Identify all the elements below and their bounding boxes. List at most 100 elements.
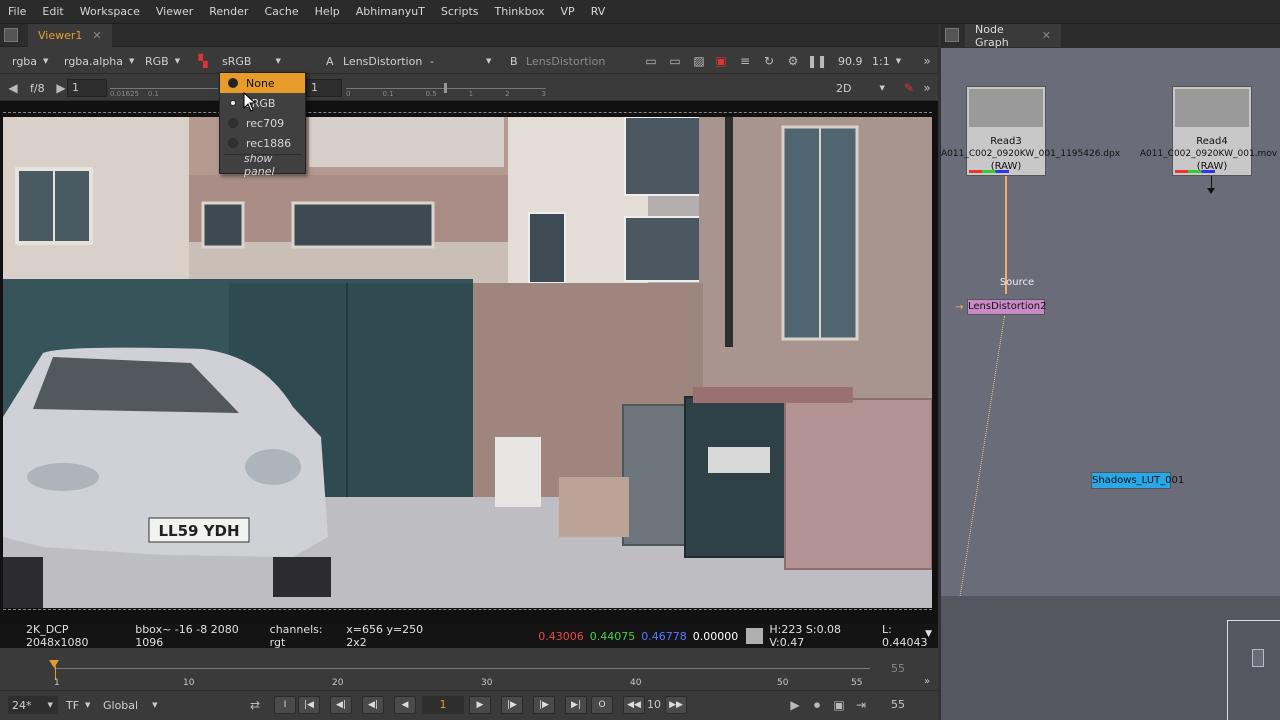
- roi-icon[interactable]: ▭: [642, 52, 660, 70]
- settings-icon[interactable]: ⚙: [784, 52, 802, 70]
- colorspace-option-rec709[interactable]: rec709: [220, 113, 305, 133]
- menu-thinkbox[interactable]: Thinkbox: [487, 5, 553, 18]
- viewer-toolbar-bottom: ◀ f/8 ▶ 1 0.01625 0.1 1 0 0.1 0.5 1 2 3 …: [0, 75, 938, 101]
- read3-file: A011_C002_0920KW_001_1195426.dpx: [941, 149, 1121, 159]
- refresh-icon[interactable]: ↻: [760, 52, 778, 70]
- record-icon[interactable]: ⏺: [808, 696, 826, 714]
- shadows-lut-node[interactable]: Shadows_LUT_001: [1091, 472, 1184, 489]
- gain-field[interactable]: 90.9: [838, 52, 863, 70]
- go-first-icon[interactable]: |◀: [298, 696, 320, 714]
- menu-file[interactable]: File: [0, 5, 34, 18]
- end-frame-field[interactable]: 55: [878, 696, 918, 714]
- input-a-dropdown[interactable]: LensDistortion: [343, 52, 422, 70]
- channels-dropdown[interactable]: rgba ▼: [12, 52, 48, 70]
- view-mode-value: 2D: [836, 81, 852, 95]
- fps-dropdown[interactable]: 24* ▼: [8, 696, 58, 714]
- lut-clip-icon[interactable]: ▣: [712, 52, 730, 70]
- show-panel-item[interactable]: show panel: [220, 152, 305, 178]
- chevron-down-icon: ▼: [485, 57, 492, 65]
- menu-rv[interactable]: RV: [583, 5, 614, 18]
- menu-scripts[interactable]: Scripts: [433, 5, 487, 18]
- gamma-input[interactable]: 1: [306, 79, 342, 97]
- tf-dropdown[interactable]: TF ▼: [66, 696, 90, 714]
- lens-distortion-node[interactable]: LensDistortion2: [967, 299, 1046, 315]
- minimap-viewport[interactable]: [1252, 649, 1264, 667]
- tick-label: 0.01625: [110, 90, 139, 98]
- out-point-button[interactable]: O: [591, 696, 613, 714]
- menu-edit[interactable]: Edit: [34, 5, 71, 18]
- menu-help[interactable]: Help: [307, 5, 348, 18]
- node-graph-lower-area[interactable]: [941, 596, 1280, 720]
- step-size-field[interactable]: 10: [645, 696, 663, 714]
- timeline-tick-label: 30: [481, 678, 493, 688]
- fstop-prev-icon[interactable]: ◀: [4, 79, 22, 97]
- bounce-icon[interactable]: ⇥: [852, 696, 870, 714]
- timeline-track[interactable]: [54, 654, 870, 682]
- tab-viewer1[interactable]: Viewer1 ✕: [28, 24, 112, 47]
- paint-icon[interactable]: ✎: [900, 79, 918, 97]
- node-graph-canvas[interactable]: Read3 A011_C002_0920KW_001_1195426.dpx (…: [941, 48, 1280, 606]
- viewer-image[interactable]: LL59 YDH: [3, 117, 932, 608]
- colorspace-dropdown[interactable]: sRGB ▼: [222, 52, 281, 70]
- timeline[interactable]: 1 10 20 30 40 50 55 55 »: [0, 648, 938, 690]
- pause-icon[interactable]: ❚❚: [807, 52, 827, 70]
- safe-area-icon[interactable]: ▭: [666, 52, 684, 70]
- menu-vp[interactable]: VP: [553, 5, 583, 18]
- skip-forward-icon[interactable]: ▶▶: [665, 696, 687, 714]
- expand-icon[interactable]: »: [918, 79, 936, 97]
- expand-icon[interactable]: »: [924, 676, 930, 687]
- step-back-icon[interactable]: ◀|: [362, 696, 384, 714]
- close-icon[interactable]: ✕: [92, 29, 101, 42]
- close-icon[interactable]: ✕: [1042, 29, 1051, 42]
- menu-abhimanyut[interactable]: AbhimanyuT: [348, 5, 433, 18]
- display-dropdown[interactable]: RGB ▼: [145, 52, 180, 70]
- scope-dropdown[interactable]: Global ▼: [103, 696, 157, 714]
- chevron-down-icon[interactable]: ▼: [925, 629, 932, 639]
- gain-slider[interactable]: [110, 88, 218, 89]
- expand-icon[interactable]: »: [918, 52, 936, 70]
- chevron-down-icon: ▼: [879, 84, 885, 92]
- input-b-dropdown[interactable]: LensDistortion: [526, 52, 605, 70]
- option-label: None: [246, 76, 275, 90]
- colorspace-option-rec1886[interactable]: rec1886: [220, 133, 305, 153]
- chevron-down-icon: ▼: [895, 57, 902, 65]
- panel-menu-icon[interactable]: [945, 28, 959, 42]
- menu-cache[interactable]: Cache: [256, 5, 306, 18]
- playhead-marker[interactable]: [49, 660, 59, 668]
- read3-mode: (RAW): [990, 161, 1022, 172]
- step-forward-icon[interactable]: |▶: [501, 696, 523, 714]
- chevron-down-icon: ▼: [174, 57, 181, 65]
- alpha-dropdown[interactable]: rgba.alpha ▼: [64, 52, 134, 70]
- timeline-end-field[interactable]: 55: [878, 660, 918, 678]
- zoom-value: 1:1: [872, 54, 890, 68]
- chevron-down-icon: ▼: [47, 701, 53, 709]
- next-keyframe-icon[interactable]: |▶: [533, 696, 555, 714]
- view-mode-dropdown[interactable]: 2D ▼: [836, 79, 885, 97]
- prev-keyframe-icon[interactable]: ◀|: [330, 696, 352, 714]
- flipbook-icon[interactable]: ▶: [786, 696, 804, 714]
- minimap[interactable]: [1227, 620, 1280, 720]
- fstop-field[interactable]: f/8: [30, 79, 45, 97]
- input-a-label: A: [326, 54, 334, 68]
- current-frame-field[interactable]: 1: [422, 696, 464, 714]
- colorspace-option-none[interactable]: None: [220, 73, 305, 93]
- list-icon[interactable]: ≡: [736, 52, 754, 70]
- colorspace-option-srgb[interactable]: sRGB: [220, 93, 305, 113]
- play-forward-icon[interactable]: ▶: [469, 696, 491, 714]
- in-point-button[interactable]: I: [274, 696, 296, 714]
- go-last-icon[interactable]: ▶|: [565, 696, 587, 714]
- panel-menu-icon[interactable]: [4, 28, 18, 42]
- skip-back-icon[interactable]: ◀◀: [623, 696, 645, 714]
- tab-node-graph[interactable]: Node Graph ✕: [965, 23, 1061, 49]
- gain-input[interactable]: 1: [67, 79, 107, 97]
- menu-render[interactable]: Render: [201, 5, 256, 18]
- zoom-dropdown[interactable]: 1:1 ▼: [872, 52, 901, 70]
- loop-icon[interactable]: ⇄: [246, 696, 264, 714]
- play-backward-icon[interactable]: ◀: [394, 696, 416, 714]
- clip-warning-icon[interactable]: ▚: [194, 52, 212, 70]
- menu-viewer[interactable]: Viewer: [148, 5, 201, 18]
- ab-operation-dropdown[interactable]: - ▼: [430, 52, 491, 70]
- proxy-icon[interactable]: ▣: [830, 696, 848, 714]
- menu-workspace[interactable]: Workspace: [72, 5, 148, 18]
- wipe-icon[interactable]: ▨: [690, 52, 708, 70]
